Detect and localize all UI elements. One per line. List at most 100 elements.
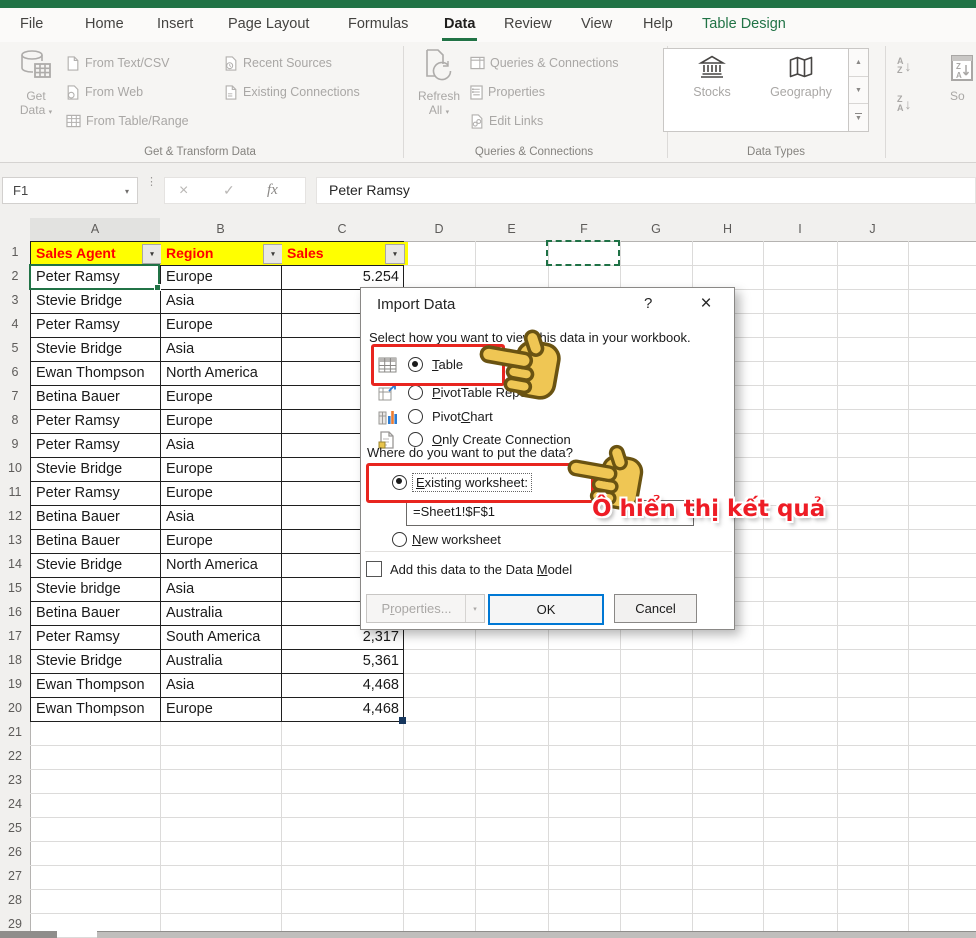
row-header-27[interactable]: 27	[0, 865, 31, 890]
cell-b11[interactable]: Europe	[162, 481, 283, 505]
table-resize-handle[interactable]	[399, 717, 406, 724]
row-header-8[interactable]: 8	[0, 409, 31, 434]
row-header-4[interactable]: 4	[0, 313, 31, 338]
row-header-9[interactable]: 9	[0, 433, 31, 458]
cell-c19[interactable]: 4,468	[283, 673, 402, 697]
cell-b12[interactable]: Asia	[162, 505, 283, 529]
row-header-10[interactable]: 10	[0, 457, 31, 482]
row-header-11[interactable]: 11	[0, 481, 31, 506]
option-pivotchart[interactable]: PivotChart	[378, 406, 493, 427]
cell-b6[interactable]: North America	[162, 361, 283, 385]
cell-a18[interactable]: Stevie Bridge	[32, 649, 162, 673]
cell-b17[interactable]: South America	[162, 625, 283, 649]
cell-b13[interactable]: Europe	[162, 529, 283, 553]
cell-b16[interactable]: Australia	[162, 601, 283, 625]
table-header-cell-sales[interactable]: Sales▾	[282, 242, 408, 265]
row-header-5[interactable]: 5	[0, 337, 31, 362]
cell-a19[interactable]: Ewan Thompson	[32, 673, 162, 697]
option-radio[interactable]	[408, 385, 423, 400]
cell-b4[interactable]: Europe	[162, 313, 283, 337]
cell-c2[interactable]: 5.254	[283, 265, 402, 289]
filter-dropdown-button[interactable]: ▾	[385, 244, 405, 264]
properties-dialog-button[interactable]: Properties... ▾	[366, 594, 485, 623]
cell-a10[interactable]: Stevie Bridge	[32, 457, 162, 481]
column-header-C[interactable]: C	[281, 218, 404, 242]
data-model-option[interactable]: Add this data to the Data Model	[366, 559, 572, 579]
column-header-k[interactable]	[908, 218, 976, 242]
column-header-I[interactable]: I	[763, 218, 838, 242]
row-header-17[interactable]: 17	[0, 625, 31, 650]
new-worksheet-radio[interactable]	[392, 532, 407, 547]
table-header-cell-agent[interactable]: Sales Agent▾	[31, 242, 165, 265]
row-header-26[interactable]: 26	[0, 841, 31, 866]
cell-b19[interactable]: Asia	[162, 673, 283, 697]
cell-c18[interactable]: 5,361	[283, 649, 402, 673]
cell-a20[interactable]: Ewan Thompson	[32, 697, 162, 721]
row-header-16[interactable]: 16	[0, 601, 31, 626]
column-header-D[interactable]: D	[403, 218, 476, 242]
row-header-13[interactable]: 13	[0, 529, 31, 554]
select-all-corner[interactable]	[0, 218, 31, 242]
cell-b18[interactable]: Australia	[162, 649, 283, 673]
properties-dropdown-icon[interactable]: ▾	[465, 595, 484, 622]
row-header-12[interactable]: 12	[0, 505, 31, 530]
row-header-2[interactable]: 2	[0, 265, 31, 290]
option-radio[interactable]	[408, 409, 423, 424]
row-header-18[interactable]: 18	[0, 649, 31, 674]
column-header-G[interactable]: G	[620, 218, 693, 242]
row-header-14[interactable]: 14	[0, 553, 31, 578]
cell-b7[interactable]: Europe	[162, 385, 283, 409]
cell-a17[interactable]: Peter Ramsy	[32, 625, 162, 649]
filter-dropdown-button[interactable]: ▾	[142, 244, 162, 264]
cell-a14[interactable]: Stevie Bridge	[32, 553, 162, 577]
row-header-25[interactable]: 25	[0, 817, 31, 842]
cell-a3[interactable]: Stevie Bridge	[32, 289, 162, 313]
cell-b20[interactable]: Europe	[162, 697, 283, 721]
cell-b9[interactable]: Asia	[162, 433, 283, 457]
dialog-help-button[interactable]: ?	[644, 295, 652, 312]
column-header-B[interactable]: B	[160, 218, 282, 242]
cell-b14[interactable]: North America	[162, 553, 283, 577]
cell-a9[interactable]: Peter Ramsy	[32, 433, 162, 457]
fill-handle[interactable]	[154, 284, 161, 291]
cell-b8[interactable]: Europe	[162, 409, 283, 433]
new-worksheet-option[interactable]: New worksheet	[384, 528, 501, 550]
row-header-20[interactable]: 20	[0, 697, 31, 722]
cell-a6[interactable]: Ewan Thompson	[32, 361, 162, 385]
row-header-28[interactable]: 28	[0, 889, 31, 914]
cell-b2[interactable]: Europe	[162, 265, 283, 289]
cell-a11[interactable]: Peter Ramsy	[32, 481, 162, 505]
cancel-button[interactable]: Cancel	[614, 594, 697, 623]
row-header-24[interactable]: 24	[0, 793, 31, 818]
table-header-cell-region[interactable]: Region▾	[161, 242, 286, 265]
row-header-15[interactable]: 15	[0, 577, 31, 602]
column-header-A[interactable]: A	[30, 218, 161, 242]
cell-a8[interactable]: Peter Ramsy	[32, 409, 162, 433]
cell-b10[interactable]: Europe	[162, 457, 283, 481]
row-header-6[interactable]: 6	[0, 361, 31, 386]
column-header-E[interactable]: E	[475, 218, 549, 242]
filter-dropdown-button[interactable]: ▾	[263, 244, 283, 264]
cell-a16[interactable]: Betina Bauer	[32, 601, 162, 625]
column-header-J[interactable]: J	[837, 218, 909, 242]
row-header-19[interactable]: 19	[0, 673, 31, 698]
row-header-23[interactable]: 23	[0, 769, 31, 794]
row-header-21[interactable]: 21	[0, 721, 31, 746]
cell-b5[interactable]: Asia	[162, 337, 283, 361]
cell-a15[interactable]: Stevie bridge	[32, 577, 162, 601]
cell-b3[interactable]: Asia	[162, 289, 283, 313]
column-header-H[interactable]: H	[692, 218, 764, 242]
cell-b15[interactable]: Asia	[162, 577, 283, 601]
cell-a7[interactable]: Betina Bauer	[32, 385, 162, 409]
row-header-7[interactable]: 7	[0, 385, 31, 410]
cell-a5[interactable]: Stevie Bridge	[32, 337, 162, 361]
cell-a12[interactable]: Betina Bauer	[32, 505, 162, 529]
horizontal-scrollbar[interactable]	[97, 931, 976, 938]
cell-a13[interactable]: Betina Bauer	[32, 529, 162, 553]
row-header-22[interactable]: 22	[0, 745, 31, 770]
ok-button[interactable]: OK	[488, 594, 604, 625]
column-header-F[interactable]: F	[548, 218, 621, 242]
cell-c20[interactable]: 4,468	[283, 697, 402, 721]
data-model-checkbox[interactable]	[366, 561, 382, 577]
row-header-3[interactable]: 3	[0, 289, 31, 314]
